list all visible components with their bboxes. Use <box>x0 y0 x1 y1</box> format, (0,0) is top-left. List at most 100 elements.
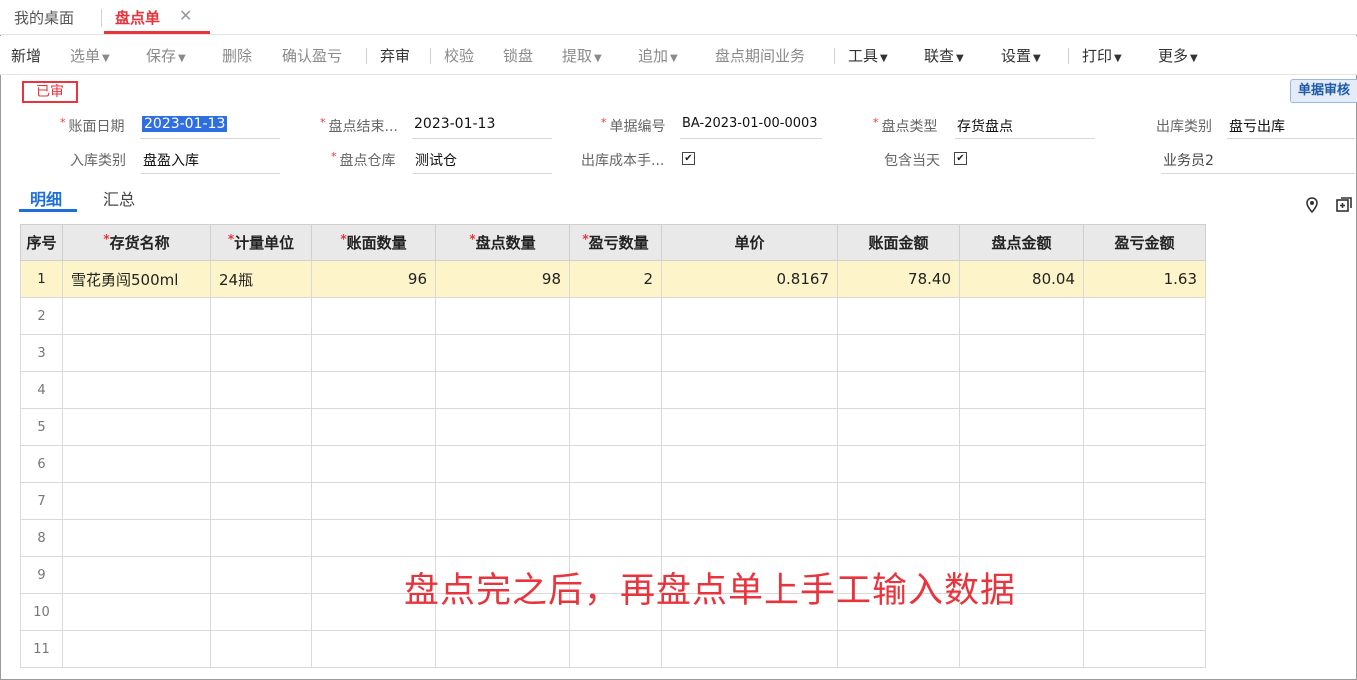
cell-count-amount[interactable] <box>959 408 1084 446</box>
cell-item-name[interactable] <box>62 519 211 557</box>
cell-unit-price[interactable] <box>661 297 838 335</box>
cell-diff-amount[interactable] <box>1083 556 1206 594</box>
stocktake-type-field[interactable]: 存货盘点 <box>957 116 1013 136</box>
cell-diff-amount[interactable] <box>1083 334 1206 372</box>
cell-book-amount[interactable] <box>837 482 960 520</box>
cell-unit[interactable] <box>210 519 312 557</box>
cell-count-qty[interactable] <box>435 408 570 446</box>
table-row[interactable]: 4 <box>20 371 1206 409</box>
cell-diff-qty[interactable] <box>569 482 662 520</box>
cell-diff-amount[interactable]: 1.63 <box>1083 260 1206 298</box>
col-header-count-qty[interactable]: *盘点数量 <box>435 224 570 261</box>
cell-count-qty[interactable]: 98 <box>435 260 570 298</box>
cell-count-amount[interactable] <box>959 482 1084 520</box>
cell-diff-qty[interactable] <box>569 371 662 409</box>
delete-button[interactable]: 删除 <box>222 45 252 66</box>
cell-unit[interactable] <box>210 482 312 520</box>
cell-diff-qty[interactable] <box>569 519 662 557</box>
table-row[interactable]: 7 <box>20 482 1206 520</box>
cell-unit-price[interactable] <box>661 482 838 520</box>
cell-count-qty[interactable] <box>435 519 570 557</box>
cell-count-amount[interactable] <box>959 371 1084 409</box>
cell-unit[interactable] <box>210 371 312 409</box>
cell-diff-qty[interactable] <box>569 630 662 668</box>
cell-unit[interactable] <box>210 297 312 335</box>
cost-manual-checkbox[interactable]: ✔ <box>682 152 695 165</box>
cell-diff-qty[interactable]: 2 <box>569 260 662 298</box>
table-row[interactable]: 3 <box>20 334 1206 372</box>
outbound-category-field[interactable]: 盘亏出库 <box>1229 116 1285 136</box>
inbound-category-field[interactable]: 盘盈入库 <box>143 150 199 170</box>
cell-unit-price[interactable]: 0.8167 <box>661 260 838 298</box>
cell-diff-amount[interactable] <box>1083 408 1206 446</box>
cell-count-qty[interactable] <box>435 297 570 335</box>
col-header-item-name[interactable]: *存货名称 <box>62 224 211 261</box>
cell-unit[interactable] <box>210 593 312 631</box>
cell-book-qty[interactable] <box>311 519 436 557</box>
book-date-field[interactable]: 2023-01-13 <box>142 116 228 132</box>
clerk-field[interactable]: 业务员2 <box>1163 150 1214 170</box>
doc-no-field[interactable]: BA-2023-01-00-0003 <box>682 116 818 131</box>
cell-count-amount[interactable] <box>959 519 1084 557</box>
tab-my-desktop[interactable]: 我的桌面 <box>14 7 74 31</box>
include-today-checkbox[interactable]: ✔ <box>954 152 967 165</box>
cell-count-amount[interactable] <box>959 445 1084 483</box>
document-audit-button[interactable]: 单据审核 <box>1290 79 1357 103</box>
table-row[interactable]: 6 <box>20 445 1206 483</box>
cell-unit[interactable] <box>210 334 312 372</box>
cell-unit[interactable] <box>210 630 312 668</box>
new-button[interactable]: 新增 <box>11 45 41 66</box>
tools-menu[interactable]: 工具 ▼ <box>848 45 888 66</box>
settings-menu[interactable]: 设置 ▼ <box>1001 45 1041 66</box>
col-header-book-qty[interactable]: *账面数量 <box>311 224 436 261</box>
cell-count-qty[interactable] <box>435 482 570 520</box>
cell-unit-price[interactable] <box>661 519 838 557</box>
cell-item-name[interactable] <box>62 630 211 668</box>
cell-book-qty[interactable] <box>311 482 436 520</box>
cell-count-qty[interactable] <box>435 371 570 409</box>
cell-item-name[interactable] <box>62 408 211 446</box>
cell-item-name[interactable] <box>62 297 211 335</box>
cell-book-amount[interactable] <box>837 334 960 372</box>
cell-unit-price[interactable] <box>661 408 838 446</box>
cell-diff-amount[interactable] <box>1083 297 1206 335</box>
cell-unit[interactable]: 24瓶 <box>210 260 312 298</box>
warehouse-field[interactable]: 测试仓 <box>415 150 457 170</box>
cell-count-qty[interactable] <box>435 445 570 483</box>
col-header-diff-qty[interactable]: *盈亏数量 <box>569 224 662 261</box>
cell-item-name[interactable]: 雪花勇闯500ml <box>62 260 211 298</box>
save-button[interactable]: 保存 ▼ <box>146 45 186 66</box>
cell-item-name[interactable] <box>62 556 211 594</box>
cell-count-qty[interactable] <box>435 630 570 668</box>
cell-item-name[interactable] <box>62 593 211 631</box>
linked-query-menu[interactable]: 联查 ▼ <box>924 45 964 66</box>
cell-book-qty[interactable] <box>311 297 436 335</box>
cell-diff-qty[interactable] <box>569 445 662 483</box>
end-date-field[interactable]: 2023-01-13 <box>414 116 495 132</box>
cell-unit[interactable] <box>210 445 312 483</box>
lock-button[interactable]: 锁盘 <box>503 45 533 66</box>
cell-book-amount[interactable] <box>837 408 960 446</box>
location-icon[interactable] <box>1304 197 1320 213</box>
cell-item-name[interactable] <box>62 334 211 372</box>
cell-book-qty[interactable] <box>311 408 436 446</box>
cell-book-amount[interactable] <box>837 519 960 557</box>
cell-diff-amount[interactable] <box>1083 630 1206 668</box>
cell-book-amount[interactable] <box>837 371 960 409</box>
cell-book-amount[interactable] <box>837 630 960 668</box>
cell-unit[interactable] <box>210 408 312 446</box>
col-header-diff-amount[interactable]: 盈亏金额 <box>1083 224 1206 261</box>
table-row[interactable]: 5 <box>20 408 1206 446</box>
cell-diff-amount[interactable] <box>1083 519 1206 557</box>
cell-count-amount[interactable] <box>959 334 1084 372</box>
cell-book-qty[interactable] <box>311 630 436 668</box>
col-header-unit-price[interactable]: 单价 <box>661 224 838 261</box>
print-menu[interactable]: 打印 ▼ <box>1082 45 1122 66</box>
cell-diff-amount[interactable] <box>1083 593 1206 631</box>
table-row[interactable]: 8 <box>20 519 1206 557</box>
cell-diff-amount[interactable] <box>1083 371 1206 409</box>
cell-unit[interactable] <box>210 556 312 594</box>
close-icon[interactable]: ✕ <box>179 6 192 30</box>
cell-unit-price[interactable] <box>661 334 838 372</box>
cell-diff-qty[interactable] <box>569 297 662 335</box>
